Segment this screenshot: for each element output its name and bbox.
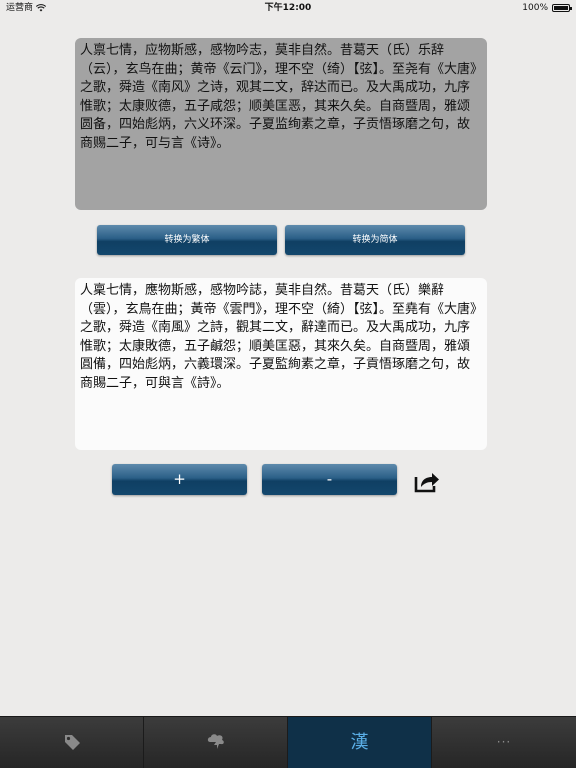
decrease-font-button[interactable]: - <box>262 464 397 495</box>
battery-icon <box>552 4 572 12</box>
han-tab-label: 漢 <box>350 732 369 753</box>
status-bar: 运营商 下午12:00 100% <box>0 0 576 16</box>
brain-lightning-icon <box>207 734 224 749</box>
convert-to-simplified-button[interactable]: 转换为简体 <box>285 225 465 255</box>
clock: 下午12:00 <box>264 3 312 13</box>
increase-font-button[interactable]: + <box>112 464 247 495</box>
tab-more[interactable]: ··· <box>432 717 576 768</box>
source-text-area[interactable]: 人禀七情，应物斯感，感物吟志，莫非自然。昔葛天（氏）乐辞（云），玄鸟在曲；黄帝《… <box>75 38 487 210</box>
tab-bar: 漢 ··· <box>0 716 576 768</box>
battery-percentage: 100% <box>522 3 548 13</box>
tab-han-converter[interactable]: 漢 <box>288 717 432 768</box>
convert-to-traditional-button[interactable]: 转换为繁体 <box>97 225 277 255</box>
result-text-area[interactable]: 人稟七情，應物斯感，感物吟誌，莫非自然。昔葛天（氏）樂辭（雲），玄鳥在曲；黃帝《… <box>75 278 487 450</box>
tab-brain[interactable] <box>144 717 288 768</box>
more-tab-label: ··· <box>496 735 512 749</box>
tag-icon <box>65 735 80 750</box>
share-icon[interactable] <box>413 468 441 494</box>
tab-tags[interactable] <box>0 717 144 768</box>
